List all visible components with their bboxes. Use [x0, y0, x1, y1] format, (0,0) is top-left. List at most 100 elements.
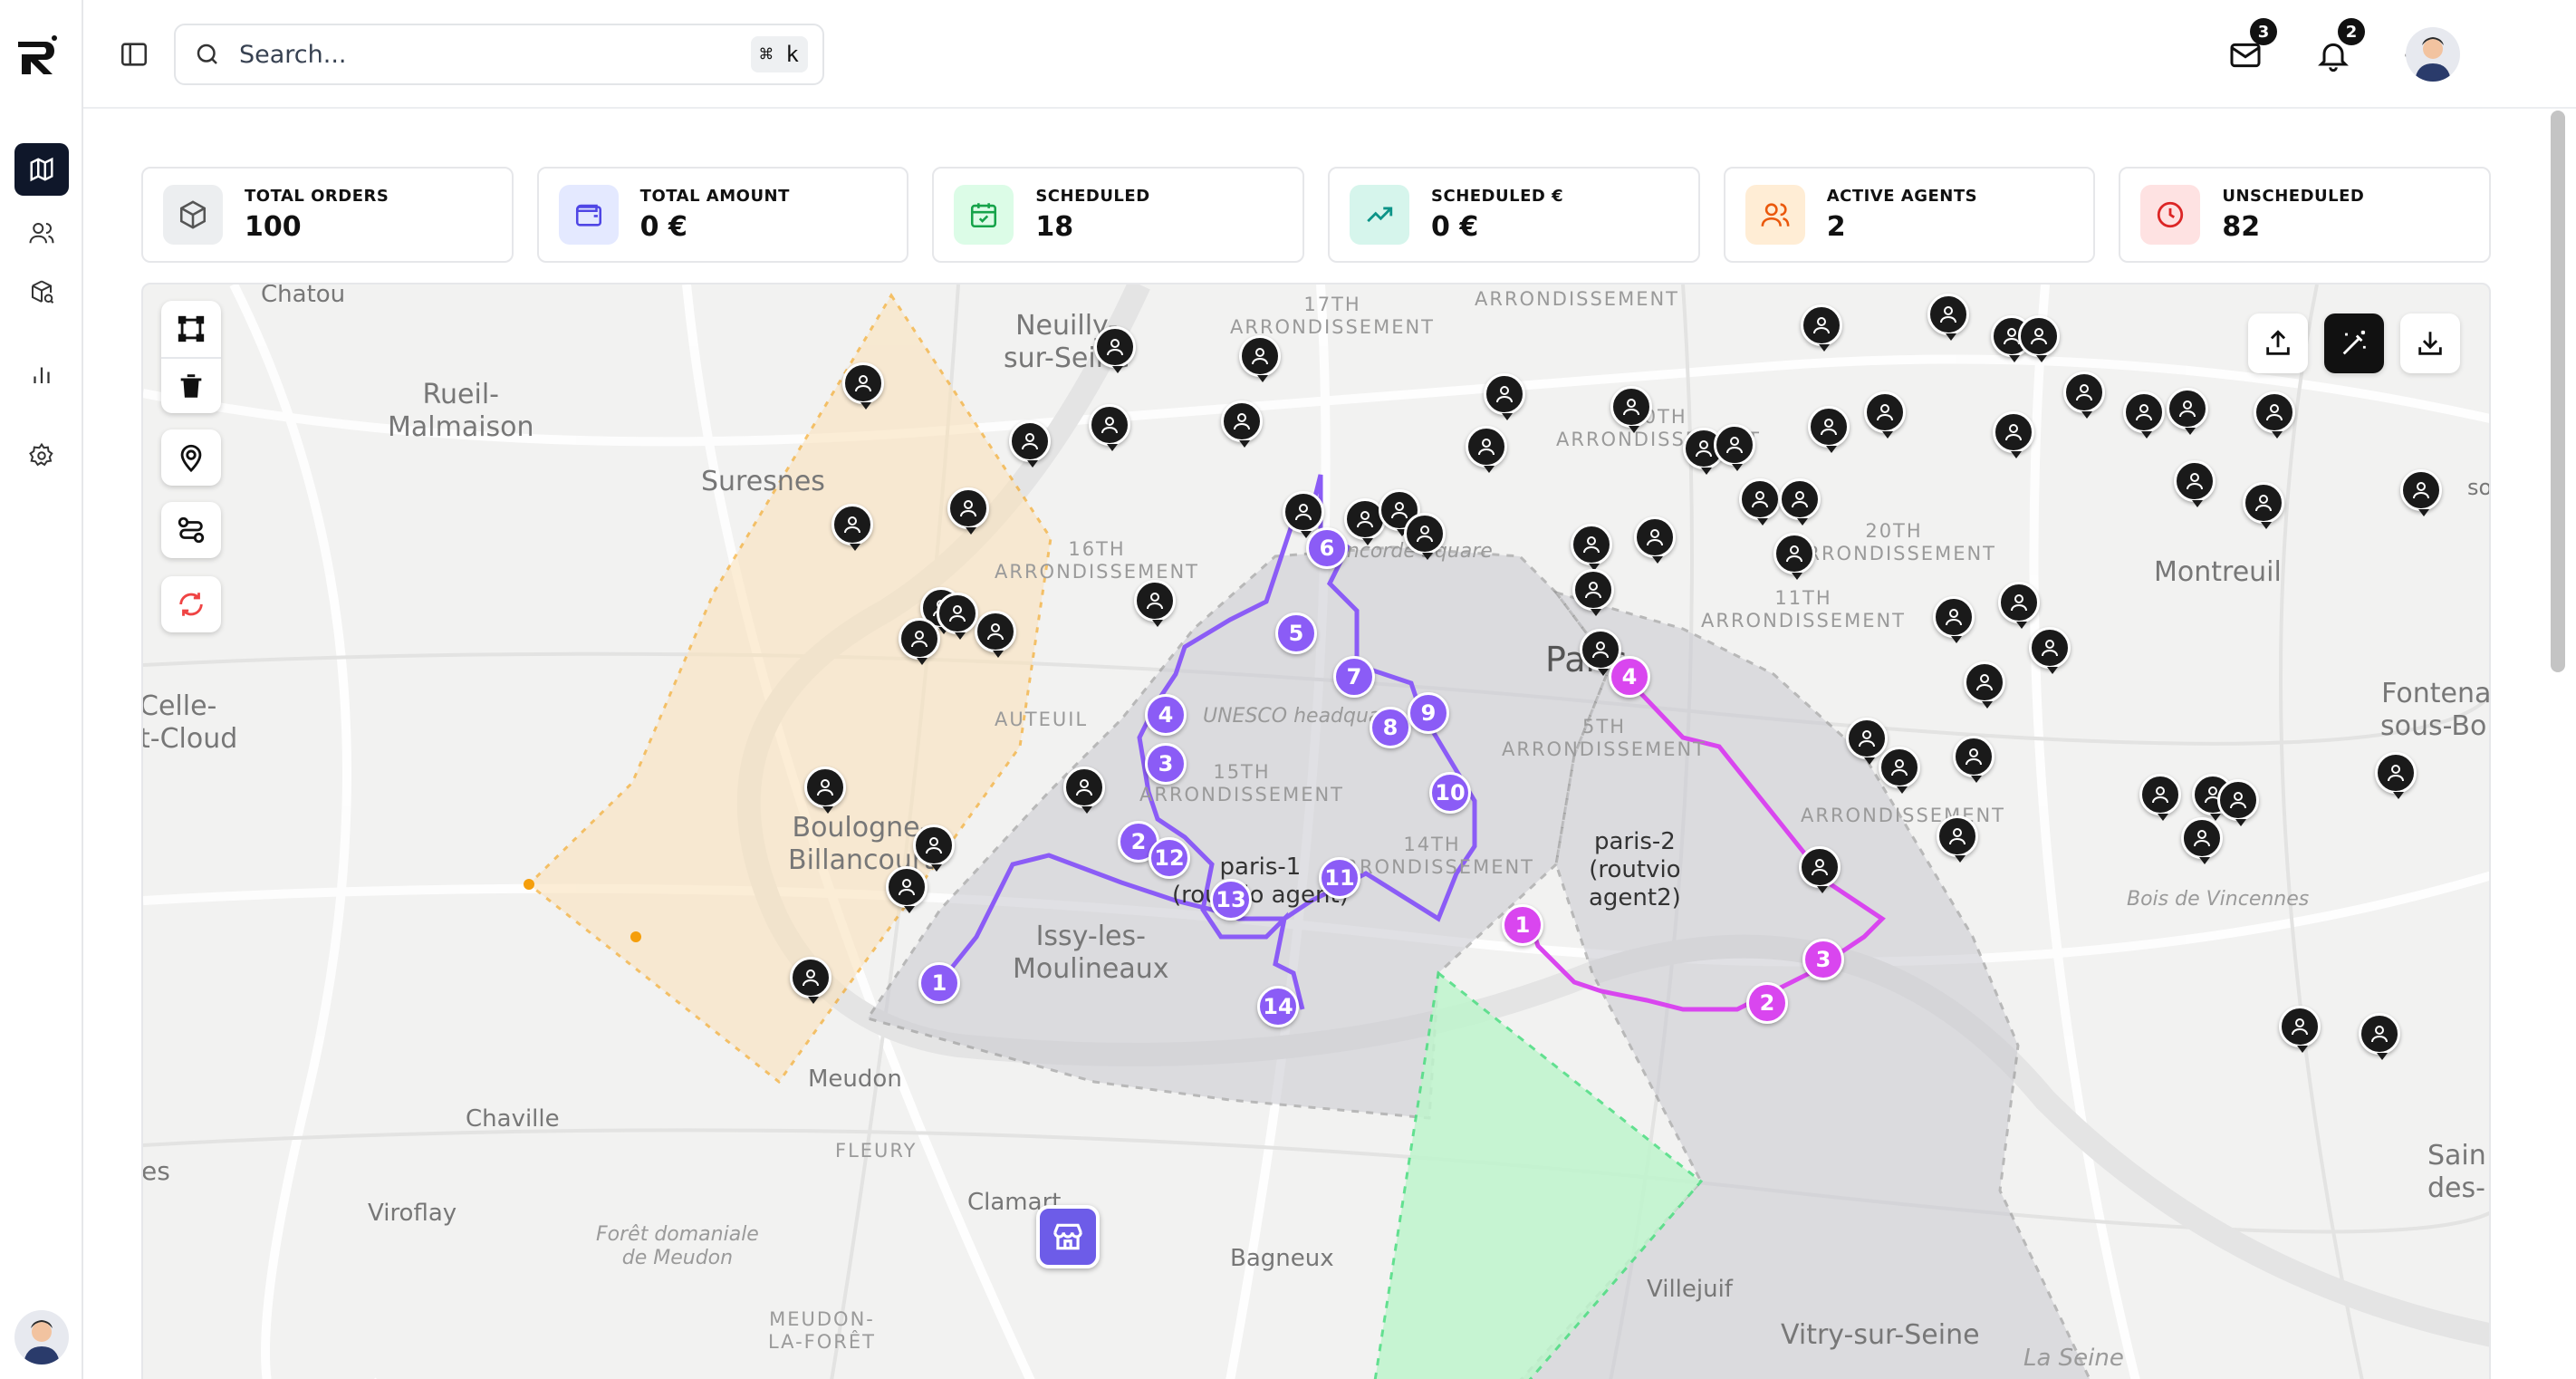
unscheduled-order-pin[interactable] [1134, 580, 1176, 627]
unscheduled-order-pin[interactable] [1404, 513, 1446, 560]
unscheduled-order-pin[interactable] [804, 767, 846, 814]
unscheduled-order-pin[interactable] [1739, 478, 1781, 526]
auto-optimize-button[interactable] [2324, 313, 2384, 373]
unscheduled-order-pin[interactable] [2167, 388, 2208, 435]
refresh-button[interactable] [161, 576, 221, 632]
unscheduled-order-pin[interactable] [2254, 391, 2295, 439]
unscheduled-order-pin[interactable] [2359, 1013, 2400, 1060]
search-input[interactable] [239, 40, 751, 69]
stop-agent2-2[interactable]: 2 [1746, 982, 1788, 1024]
user-avatar-top[interactable] [2406, 27, 2460, 82]
locate-button[interactable] [161, 429, 221, 486]
stop-agent1-3[interactable]: 3 [1145, 743, 1187, 785]
unscheduled-order-pin[interactable] [1993, 411, 2034, 458]
unscheduled-order-pin[interactable] [2243, 482, 2284, 529]
unscheduled-order-pin[interactable] [2123, 391, 2165, 439]
routes-button[interactable] [161, 502, 221, 558]
stop-agent1-10[interactable]: 10 [1429, 772, 1471, 814]
unscheduled-order-pin[interactable] [937, 593, 978, 640]
map-label: Sain des- [2427, 1140, 2486, 1204]
unscheduled-order-pin[interactable] [899, 618, 940, 665]
unscheduled-order-pin[interactable] [1094, 326, 1136, 373]
unscheduled-order-pin[interactable] [1089, 404, 1130, 451]
unscheduled-order-pin[interactable] [842, 362, 884, 410]
unscheduled-order-pin[interactable] [2181, 817, 2223, 864]
nav-settings[interactable] [14, 429, 69, 482]
unscheduled-order-pin[interactable] [1879, 747, 1920, 794]
delete-shape-tool[interactable] [161, 357, 221, 413]
nav-map[interactable] [14, 143, 69, 196]
unscheduled-order-pin[interactable] [886, 866, 928, 913]
unscheduled-order-pin[interactable] [1283, 491, 1324, 538]
unscheduled-order-pin[interactable] [1953, 736, 1994, 783]
unscheduled-order-pin[interactable] [1221, 400, 1263, 448]
unscheduled-order-pin[interactable] [1799, 846, 1841, 893]
stop-agent2-1[interactable]: 1 [1502, 904, 1543, 946]
unscheduled-order-pin[interactable] [1466, 426, 1507, 473]
unscheduled-order-pin[interactable] [1801, 304, 1842, 352]
nav-analytics[interactable] [14, 348, 69, 400]
unscheduled-order-pin[interactable] [1846, 718, 1888, 765]
unscheduled-order-pin[interactable] [1572, 569, 1614, 616]
unscheduled-order-pin[interactable] [1571, 524, 1612, 571]
unscheduled-order-pin[interactable] [1773, 533, 1815, 580]
unscheduled-order-pin[interactable] [831, 504, 873, 551]
unscheduled-order-pin[interactable] [790, 957, 831, 1004]
user-avatar-bottom[interactable] [14, 1310, 69, 1365]
stat-label: SCHEDULED € [1431, 187, 1564, 206]
stop-agent1-14[interactable]: 14 [1257, 986, 1299, 1027]
unscheduled-order-pin[interactable] [1927, 294, 1969, 341]
stop-agent2-3[interactable]: 3 [1802, 939, 1844, 980]
unscheduled-order-pin[interactable] [1779, 478, 1821, 526]
depot-marker[interactable] [1036, 1205, 1100, 1268]
unscheduled-order-pin[interactable] [2279, 1006, 2321, 1053]
brand-logo[interactable] [14, 34, 58, 78]
nav-agents[interactable] [14, 207, 69, 259]
stop-agent1-5[interactable]: 5 [1275, 612, 1317, 654]
unscheduled-order-pin[interactable] [1634, 516, 1676, 564]
stop-agent1-11[interactable]: 11 [1319, 857, 1360, 899]
stop-agent1-12[interactable]: 12 [1149, 837, 1190, 879]
unscheduled-order-pin[interactable] [2174, 460, 2216, 507]
stop-agent1-7[interactable]: 7 [1333, 656, 1375, 698]
unscheduled-order-pin[interactable] [1864, 391, 1906, 439]
unscheduled-order-pin[interactable] [2139, 774, 2181, 821]
stop-agent1-13[interactable]: 13 [1210, 879, 1252, 921]
unscheduled-order-pin[interactable] [1063, 767, 1105, 814]
stop-agent1-8[interactable]: 8 [1370, 707, 1411, 748]
unscheduled-order-pin[interactable] [2029, 627, 2071, 674]
unscheduled-order-pin[interactable] [1239, 335, 1281, 382]
unscheduled-order-pin[interactable] [2400, 469, 2442, 516]
unscheduled-order-pin[interactable] [1933, 596, 1975, 643]
page-scrollbar[interactable] [2551, 111, 2565, 672]
draw-polygon-tool[interactable] [161, 301, 221, 357]
stop-agent1-6[interactable]: 6 [1306, 527, 1348, 569]
stop-agent1-1[interactable]: 1 [918, 962, 960, 1004]
unscheduled-order-pin[interactable] [1937, 815, 1978, 863]
route-map[interactable]: Chatou Neuilly- sur-Seine 17TH ARRONDISS… [141, 283, 2491, 1379]
unscheduled-order-pin[interactable] [2063, 371, 2105, 419]
unscheduled-order-pin[interactable] [2217, 779, 2259, 826]
nav-orders[interactable] [14, 266, 69, 319]
unscheduled-order-pin[interactable] [1714, 424, 1755, 471]
upload-button[interactable] [2248, 313, 2308, 373]
stop-agent2-4[interactable]: 4 [1609, 656, 1650, 698]
search-box[interactable]: ⌘ k [174, 24, 824, 85]
unscheduled-order-pin[interactable] [1964, 661, 2005, 709]
unscheduled-order-pin[interactable] [2375, 752, 2417, 799]
mail-button[interactable]: 3 [2223, 18, 2277, 78]
unscheduled-order-pin[interactable] [2018, 315, 2060, 362]
unscheduled-order-pin[interactable] [1009, 420, 1051, 468]
notifications-button[interactable]: 2 [2311, 18, 2365, 78]
unscheduled-order-pin[interactable] [1808, 406, 1850, 453]
sidebar-toggle-button[interactable] [116, 36, 152, 72]
unscheduled-order-pin[interactable] [947, 487, 989, 535]
stop-agent1-9[interactable]: 9 [1408, 692, 1449, 734]
unscheduled-order-pin[interactable] [913, 825, 955, 872]
unscheduled-order-pin[interactable] [1484, 373, 1525, 420]
download-button[interactable] [2400, 313, 2460, 373]
stop-agent1-4[interactable]: 4 [1145, 694, 1187, 736]
unscheduled-order-pin[interactable] [1998, 582, 2040, 629]
unscheduled-order-pin[interactable] [1610, 386, 1652, 433]
unscheduled-order-pin[interactable] [975, 611, 1016, 658]
